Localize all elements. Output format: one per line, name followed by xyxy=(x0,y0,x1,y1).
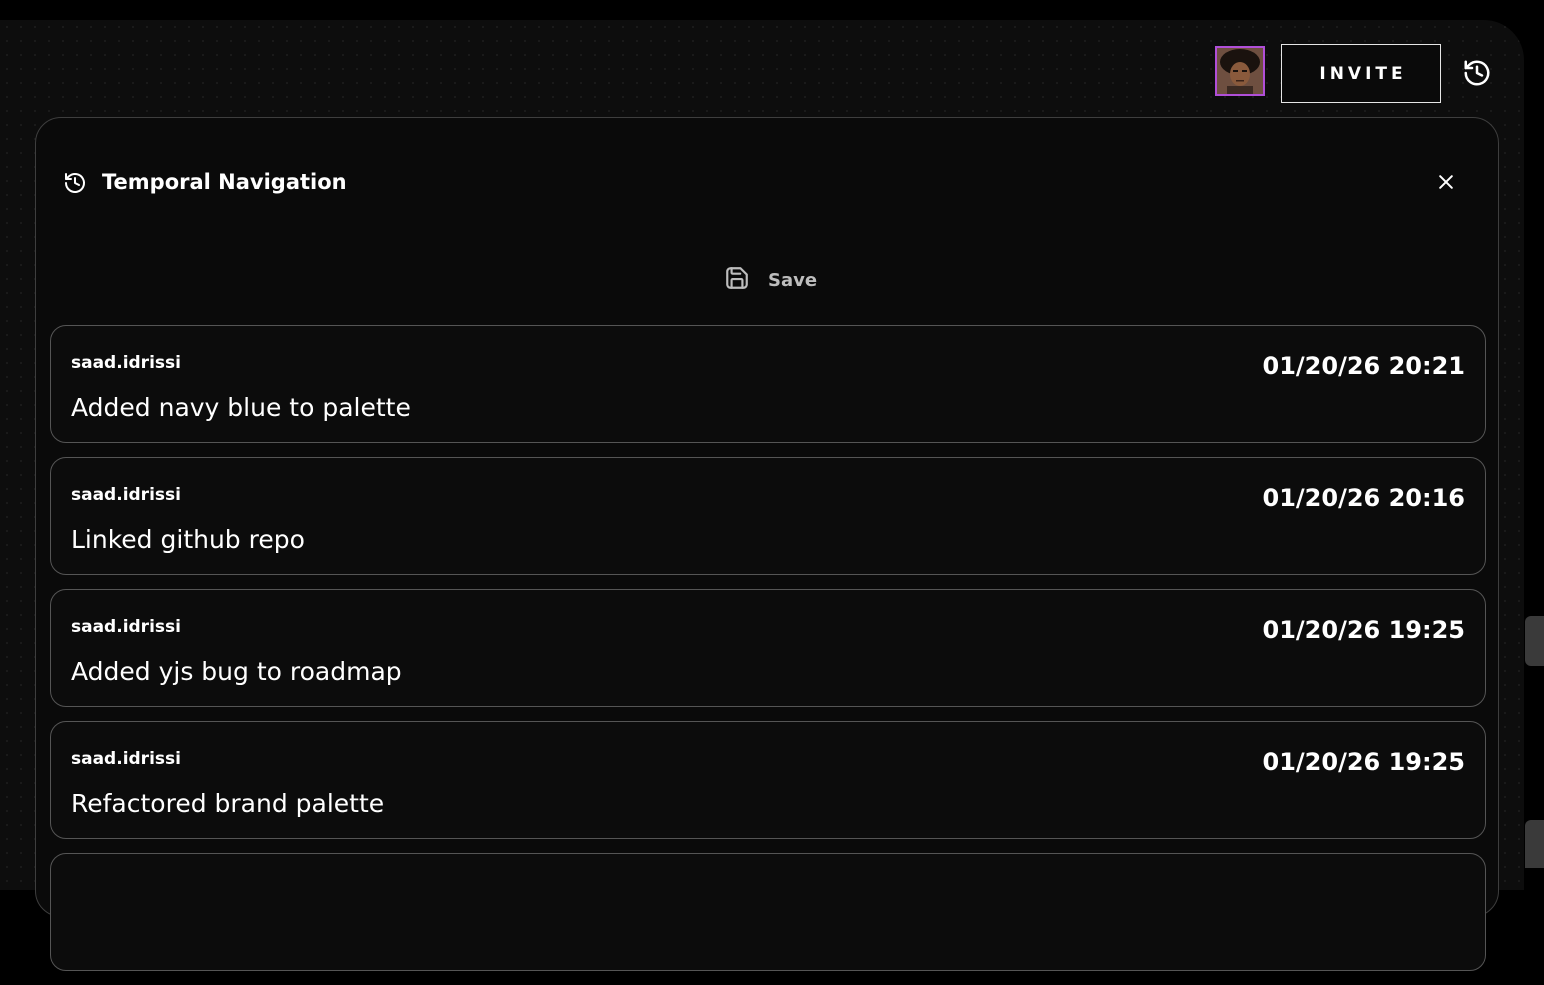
entry-timestamp: 01/20/26 19:25 xyxy=(1262,748,1465,776)
entry-timestamp: 01/20/26 19:25 xyxy=(1262,616,1465,644)
history-entry[interactable]: saad.idrissi 01/20/26 19:25 Refactored b… xyxy=(50,721,1486,839)
save-label: Save xyxy=(768,269,818,291)
offscreen-element xyxy=(1525,820,1544,868)
temporal-navigation-panel: Temporal Navigation Save saad.idrissi 01… xyxy=(35,117,1499,971)
history-icon xyxy=(63,171,87,195)
entry-message: Refactored brand palette xyxy=(71,789,385,818)
entry-author: saad.idrissi xyxy=(71,485,181,505)
avatar-image xyxy=(1217,48,1263,94)
save-button[interactable]: Save xyxy=(724,264,817,296)
panel-title: Temporal Navigation xyxy=(102,170,347,194)
window-top-bar xyxy=(0,0,1544,20)
history-entry[interactable]: saad.idrissi 01/20/26 20:16 Linked githu… xyxy=(50,457,1486,575)
history-entry[interactable] xyxy=(50,853,1486,971)
history-entry[interactable]: saad.idrissi 01/20/26 19:25 Added yjs bu… xyxy=(50,589,1486,707)
entry-author: saad.idrissi xyxy=(71,749,181,769)
history-entry-list: saad.idrissi 01/20/26 20:21 Added navy b… xyxy=(50,325,1486,985)
entry-message: Added yjs bug to roadmap xyxy=(71,657,402,686)
entry-timestamp: 01/20/26 20:21 xyxy=(1262,352,1465,380)
user-avatar[interactable] xyxy=(1215,46,1265,96)
entry-author: saad.idrissi xyxy=(71,617,181,637)
history-entry[interactable]: saad.idrissi 01/20/26 20:21 Added navy b… xyxy=(50,325,1486,443)
save-icon xyxy=(724,265,750,296)
entry-timestamp: 01/20/26 20:16 xyxy=(1262,484,1465,512)
history-icon[interactable] xyxy=(1461,57,1493,89)
entry-author: saad.idrissi xyxy=(71,353,181,373)
close-icon[interactable] xyxy=(1434,169,1458,195)
invite-button[interactable]: INVITE xyxy=(1281,44,1441,103)
entry-message: Linked github repo xyxy=(71,525,305,554)
entry-message: Added navy blue to palette xyxy=(71,393,411,422)
offscreen-element xyxy=(1525,616,1544,666)
